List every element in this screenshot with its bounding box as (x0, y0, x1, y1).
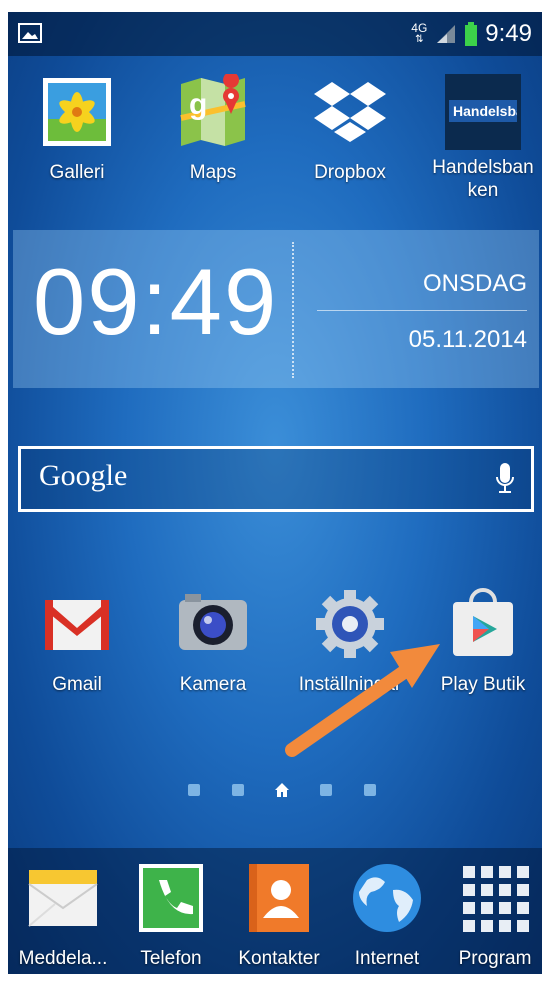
app-label: Kamera (179, 674, 247, 695)
dropbox-icon (314, 82, 386, 142)
home-icon[interactable] (274, 782, 290, 798)
app-label: Program (458, 948, 532, 969)
clock-divider (292, 242, 294, 378)
page-dot[interactable] (364, 784, 376, 796)
google-logo: Google (39, 459, 128, 492)
battery-icon (465, 22, 478, 46)
status-time: 9:49 (485, 20, 532, 47)
app-dropbox[interactable]: Dropbox (295, 74, 405, 184)
settings-icon (316, 590, 384, 658)
dock-telefon[interactable]: Telefon (116, 860, 226, 970)
app-label: Gmail (52, 674, 102, 695)
camera-icon (179, 594, 247, 650)
handelsbanken-icon: Handelsba (445, 74, 521, 150)
app-maps[interactable]: g Maps (158, 72, 268, 184)
app-label: Inställningar (298, 674, 402, 695)
clock-widget[interactable]: 09:49 ONSDAG 05.11.2014 (13, 230, 539, 388)
dock: Meddela... Telefon Kontakter Internet Pr… (8, 848, 542, 974)
app-label: Dropbox (314, 162, 386, 183)
status-bar: 4G ⇅ 9:49 (8, 12, 542, 56)
app-galleri[interactable]: Galleri (22, 74, 132, 184)
messages-icon (28, 870, 98, 927)
network-type: 4G ⇅ (411, 21, 428, 45)
app-play-butik[interactable]: Play Butik (428, 586, 538, 696)
gmail-icon (45, 600, 109, 650)
dock-meddelanden[interactable]: Meddela... (8, 860, 118, 970)
app-label: Internet (354, 948, 420, 969)
app-label: Play Butik (440, 674, 526, 695)
data-arrows-icon: ⇅ (415, 34, 424, 45)
dock-internet[interactable]: Internet (332, 860, 442, 970)
mic-icon[interactable] (495, 463, 515, 495)
clock-date: 05.11.2014 (408, 326, 527, 353)
app-kamera[interactable]: Kamera (158, 586, 268, 696)
app-gmail[interactable]: Gmail (22, 586, 132, 696)
page-indicator (8, 782, 542, 798)
contacts-icon (249, 864, 309, 932)
app-installningar[interactable]: Inställningar (295, 586, 405, 696)
maps-icon: g (180, 72, 246, 146)
phone-icon (139, 864, 203, 932)
app-label: Telefon (140, 948, 202, 969)
svg-text:g: g (189, 88, 207, 121)
app-label: Kontakter (238, 948, 320, 969)
clock-time: 09:49 (33, 249, 279, 354)
internet-icon (353, 864, 421, 932)
app-label: Meddela... (18, 948, 108, 969)
app-label: Galleri (49, 162, 105, 183)
play-store-icon (453, 588, 513, 656)
app-handelsbanken[interactable]: Handelsba Handelsban ken (428, 74, 538, 202)
signal-icon (437, 25, 456, 43)
page-dot[interactable] (188, 784, 200, 796)
dock-program[interactable]: Program (440, 860, 542, 970)
gallery-icon (18, 23, 42, 43)
app-label: Maps (189, 162, 237, 183)
apps-grid-icon (463, 866, 529, 932)
dock-kontakter[interactable]: Kontakter (224, 860, 334, 970)
clock-day: ONSDAG (422, 270, 527, 297)
page-dot[interactable] (320, 784, 332, 796)
clock-date-divider (317, 310, 527, 311)
google-search-bar[interactable]: Google (18, 446, 534, 512)
home-screen: 4G ⇅ 9:49 Galleri g Maps Dropbox Handels… (8, 12, 542, 974)
galleri-icon (43, 78, 111, 146)
page-dot[interactable] (232, 784, 244, 796)
app-label: Handelsban ken (432, 157, 534, 201)
